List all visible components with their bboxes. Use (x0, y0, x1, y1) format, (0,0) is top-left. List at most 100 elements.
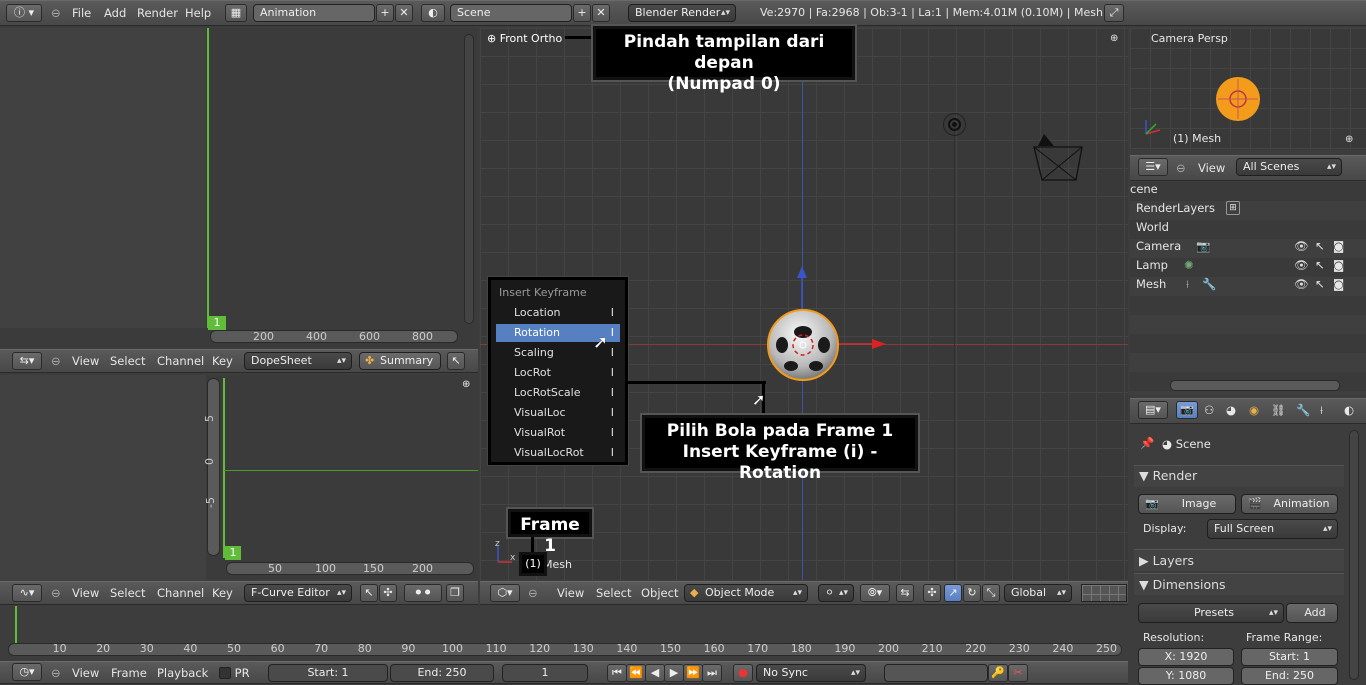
keyframe-menu-item[interactable]: Location I (496, 304, 620, 322)
graph-mode-dropdown[interactable]: F-Curve Editor ▴▾ (244, 584, 352, 602)
remove-layout-button[interactable]: ✕ (395, 4, 413, 22)
snap-icon[interactable]: ⚫⚫ (404, 584, 442, 602)
outliner-row-world[interactable]: World (1130, 218, 1346, 237)
collapse-icon[interactable]: ⊖ (51, 6, 61, 20)
collapse-icon[interactable]: ⊖ (51, 666, 61, 680)
play-icon[interactable]: ▶ (664, 664, 684, 682)
sync-dropdown[interactable]: No Sync ▴▾ (756, 664, 866, 682)
transform-icon[interactable]: ✣ (379, 584, 397, 602)
display-dropdown[interactable]: Full Screen ▴▾ (1207, 519, 1338, 539)
render-icon[interactable]: ◙ (1333, 237, 1344, 256)
translate-icon[interactable]: ↗ (944, 584, 962, 602)
select-cursor-icon[interactable]: ↖ (1315, 256, 1325, 275)
frame-start-field[interactable]: Start: 1 (1241, 648, 1338, 666)
viewport-menu-view[interactable]: View (557, 586, 584, 600)
current-frame-field[interactable]: 1 (502, 664, 588, 682)
layer-buttons[interactable] (1081, 584, 1127, 602)
render-tab-icon[interactable]: 📷 (1176, 401, 1198, 419)
layout-icon[interactable]: ▦ (225, 4, 247, 22)
select-cursor-icon[interactable]: ↖ (1315, 237, 1325, 256)
timeline-menu-frame[interactable]: Frame (111, 666, 147, 680)
menu-help[interactable]: Help (185, 6, 211, 20)
cursor-icon[interactable]: ↖ (360, 584, 378, 602)
keying-set-field[interactable] (884, 664, 988, 682)
pivot-icon[interactable]: ⦾▾ (860, 584, 890, 602)
shading-dropdown[interactable]: ⚪ ▴▾ (818, 584, 854, 602)
soccer-ball-mesh[interactable] (764, 306, 842, 384)
eye-icon[interactable]: 👁 (1294, 275, 1309, 294)
eye-icon[interactable]: 👁 (1294, 256, 1309, 275)
scene-tab-icon[interactable]: ◕ (1226, 403, 1236, 417)
object-tab-icon[interactable]: ⛓ (1271, 403, 1286, 417)
timeline-start-field[interactable]: Start: 1 (268, 664, 388, 682)
outliner-row-camera[interactable]: Camera 📷 👁 ↖ ◙ (1130, 237, 1346, 256)
add-region-icon[interactable]: ⊕ (1345, 134, 1353, 145)
rotate-icon[interactable]: ↻ (963, 584, 981, 602)
pin-icon[interactable]: 📌 (1140, 436, 1154, 450)
dopesheet-menu-view[interactable]: View (72, 354, 99, 368)
material-tab-icon[interactable]: ◐ (1344, 403, 1354, 417)
scene-name-field[interactable]: Scene (450, 4, 572, 22)
graph-menu-channel[interactable]: Channel (157, 586, 204, 600)
viewport-menu-object[interactable]: Object (641, 586, 678, 600)
presets-dropdown[interactable]: Presets ▴▾ (1138, 603, 1284, 623)
layer-toggle-icon[interactable]: ⇆ (896, 584, 914, 602)
keyframe-menu-item[interactable]: LocRotScale I (496, 384, 620, 402)
scene-icon[interactable]: ◐ (421, 4, 445, 22)
outliner-menu-view[interactable]: View (1198, 161, 1225, 175)
jump-start-icon[interactable]: ⏮ (607, 664, 627, 682)
collapse-icon[interactable]: ⊖ (528, 586, 538, 600)
manipulator-icon[interactable]: ✣ (923, 584, 941, 602)
dopesheet-menu-select[interactable]: Select (110, 354, 145, 368)
remove-scene-button[interactable]: ✕ (592, 4, 610, 22)
graph-menu-key[interactable]: Key (212, 586, 233, 600)
dopesheet-editor-type-button[interactable]: ⇆▾ (12, 352, 42, 370)
timeline-menu-view[interactable]: View (72, 666, 99, 680)
keyframe-insert-icon[interactable]: 🔑 (988, 664, 1008, 682)
viewport-editor-type-button[interactable]: ⬡▾ (490, 584, 520, 602)
render-image-button[interactable]: 📷 Image (1138, 494, 1236, 514)
prev-keyframe-icon[interactable]: ⏪ (626, 664, 646, 682)
fullscreen-icon[interactable]: ⤢ (1104, 4, 1124, 22)
keyframe-menu-item[interactable]: VisualLocRot I (496, 444, 620, 462)
dopesheet-menu-key[interactable]: Key (212, 354, 233, 368)
graph-y-scrollbar[interactable] (207, 378, 220, 556)
scenes-dropdown[interactable]: All Scenes ▴▾ (1236, 158, 1342, 176)
collapse-icon[interactable]: ⊖ (1176, 161, 1186, 175)
outliner-row-scene[interactable]: cene (1130, 180, 1346, 199)
camera-object-icon[interactable] (1030, 132, 1086, 184)
jump-end-icon[interactable]: ⏭ (702, 664, 722, 682)
record-icon[interactable]: ● (733, 664, 753, 682)
render-layers-tab-icon[interactable]: ⚇ (1204, 403, 1214, 417)
outliner-row-mesh[interactable]: Mesh ⟊ 🔧 👁 ↖ ◙ (1130, 275, 1346, 294)
viewport-menu-select[interactable]: Select (596, 586, 631, 600)
add-preset-button[interactable]: Add (1286, 603, 1338, 623)
add-region-icon[interactable]: ⊕ (462, 379, 470, 390)
graph-x-ruler[interactable] (226, 562, 474, 575)
world-tab-icon[interactable]: ◉ (1249, 403, 1259, 417)
cursor-icon[interactable]: ↖ (447, 352, 465, 370)
keyframe-menu-item[interactable]: LocRot I (496, 364, 620, 382)
add-region-icon[interactable]: ⊕ (1110, 33, 1118, 44)
frame-end-field[interactable]: End: 250 (1241, 667, 1338, 685)
dopesheet-mode-dropdown[interactable]: DopeSheet ▴▾ (244, 352, 352, 370)
graph-menu-view[interactable]: View (72, 586, 99, 600)
graph-menu-select[interactable]: Select (110, 586, 145, 600)
orientation-dropdown[interactable]: Global ▴▾ (1004, 584, 1072, 602)
timeline-menu-playback[interactable]: Playback (157, 666, 208, 680)
collapse-icon[interactable]: ⊖ (51, 354, 61, 368)
add-scene-button[interactable]: + (573, 4, 591, 22)
scale-icon[interactable]: ⤡ (982, 584, 1000, 602)
constraints-tab-icon[interactable]: 🔧 (1296, 403, 1310, 417)
select-cursor-icon[interactable]: ↖ (1315, 275, 1325, 294)
next-keyframe-icon[interactable]: ⏩ (683, 664, 703, 682)
render-icon[interactable]: ◙ (1333, 256, 1344, 275)
menu-add[interactable]: Add (104, 6, 126, 20)
properties-editor-type-button[interactable]: ▤▾ (1138, 401, 1168, 419)
resolution-x-field[interactable]: X: 1920 (1138, 648, 1234, 666)
keyframe-menu-item[interactable]: VisualLoc I (496, 404, 620, 422)
resolution-y-field[interactable]: Y: 1080 (1138, 667, 1234, 685)
menu-file[interactable]: File (72, 6, 91, 20)
outliner-h-scrollbar[interactable] (1170, 380, 1340, 391)
play-reverse-icon[interactable]: ◀ (645, 664, 665, 682)
